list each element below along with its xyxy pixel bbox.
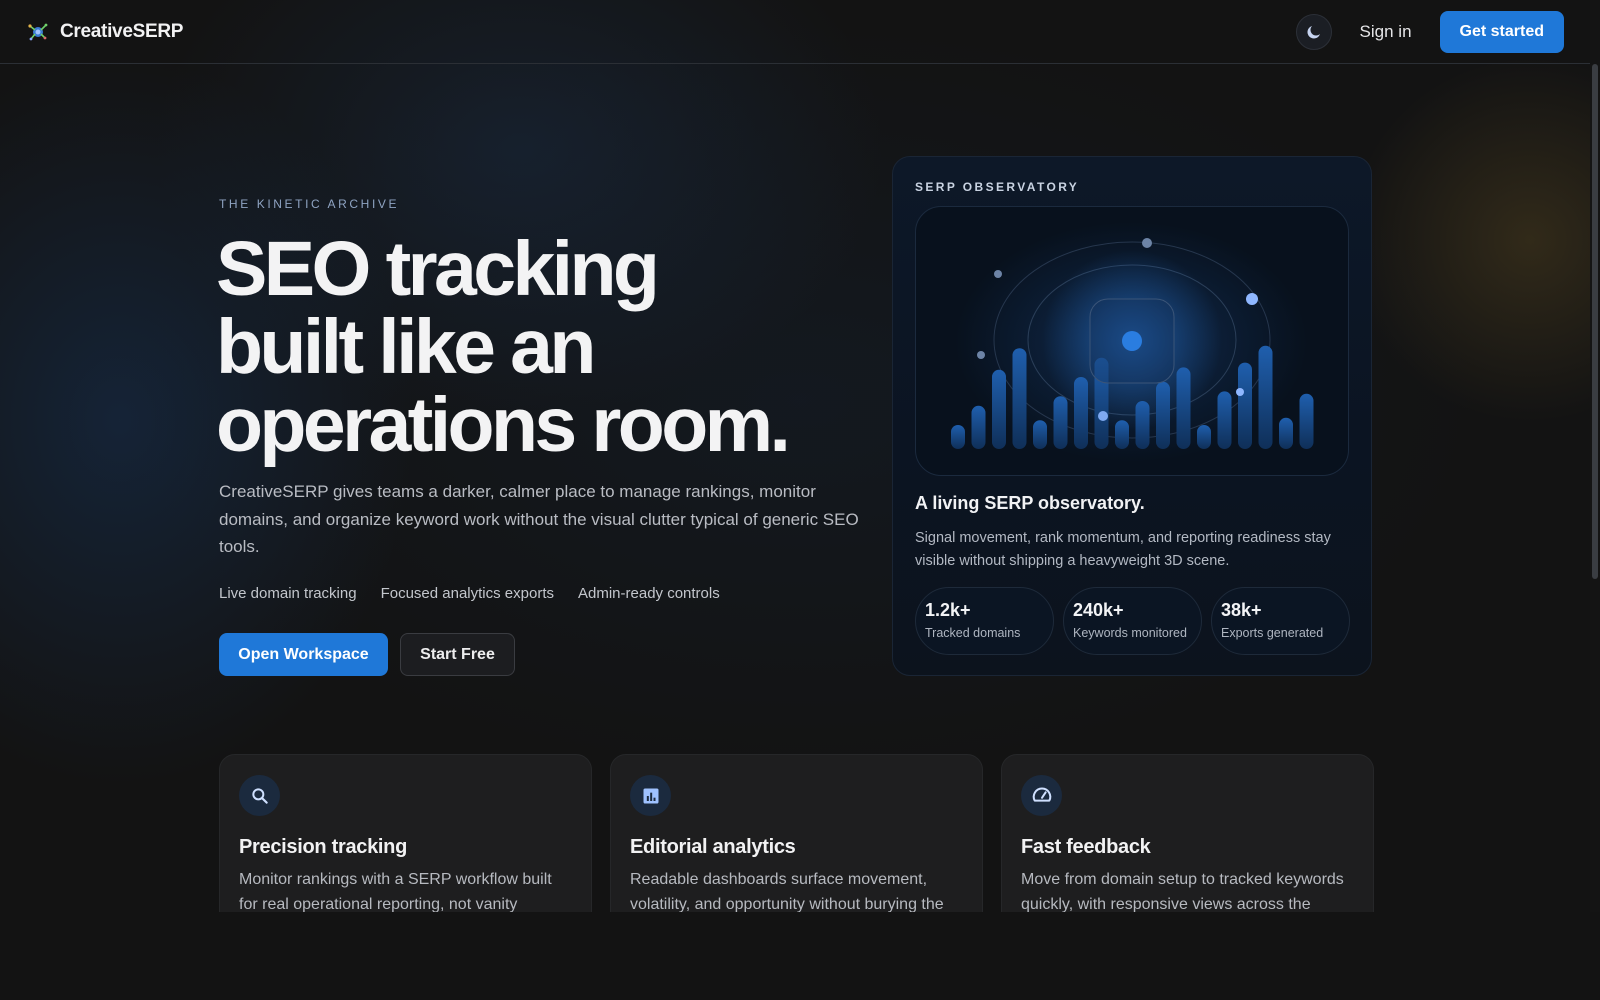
- satellite-dot: [1098, 411, 1108, 421]
- observatory-description: Signal movement, rank momentum, and repo…: [915, 530, 1331, 569]
- signal-bar: [1053, 396, 1068, 449]
- scrollbar-thumb[interactable]: [1592, 64, 1598, 579]
- signal-bar: [951, 425, 965, 449]
- feature-title: Editorial analytics: [630, 836, 796, 858]
- signal-bar: [1258, 345, 1273, 449]
- signal-bar: [1238, 362, 1252, 449]
- page-scrollbar[interactable]: [1590, 0, 1600, 1000]
- stat-label: Exports generated: [1221, 626, 1324, 640]
- stats-row: 1.2k+ Tracked domains 240k+ Keywords mon…: [915, 587, 1350, 655]
- feature-tag: Focused analytics exports: [380, 585, 554, 602]
- signal-bar: [1217, 391, 1232, 449]
- satellite-dot: [977, 351, 985, 359]
- search-icon: [251, 787, 268, 804]
- stat-pill: 240k+ Keywords monitored: [1063, 587, 1202, 655]
- stat-pill: 1.2k+ Tracked domains: [915, 587, 1054, 655]
- hero-headline: SEO tracking built like an operations ro…: [216, 230, 856, 464]
- stat-value: 240k+: [1073, 600, 1124, 620]
- stat-label: Keywords monitored: [1073, 626, 1187, 640]
- feature-tags: Live domain tracking Focused analytics e…: [219, 585, 720, 602]
- feature-title: Precision tracking: [239, 836, 407, 858]
- satellite-dot: [994, 270, 1002, 278]
- feature-tag: Live domain tracking: [219, 585, 357, 602]
- signal-bar: [1176, 367, 1191, 449]
- brand-name: CreativeSERP: [60, 20, 184, 42]
- observatory-label: SERP OBSERVATORY: [915, 180, 1080, 194]
- hero-description: CreativeSERP gives teams a darker, calme…: [219, 482, 859, 556]
- satellite-dot: [1246, 293, 1258, 305]
- logo-icon: [26, 20, 50, 44]
- open-workspace-button[interactable]: Open Workspace: [219, 633, 388, 676]
- feature-tag: Admin-ready controls: [578, 585, 720, 602]
- headline-line: built like an: [216, 304, 596, 390]
- signal-bar: [1156, 381, 1170, 449]
- observatory-visualization: [915, 206, 1349, 476]
- stat-label: Tracked domains: [925, 626, 1021, 640]
- signal-bar: [1074, 377, 1088, 449]
- core-dot: [1122, 331, 1142, 351]
- speedometer-icon: [1032, 787, 1051, 802]
- get-started-button[interactable]: Get started: [1439, 10, 1564, 53]
- signal-bar: [1115, 420, 1129, 449]
- brand[interactable]: CreativeSERP: [26, 20, 183, 44]
- stat-pill: 38k+ Exports generated: [1211, 587, 1350, 655]
- bottom-mask: [0, 912, 1600, 1000]
- moon-icon: [1307, 25, 1320, 39]
- signal-bar: [1012, 348, 1027, 449]
- headline-line: operations room.: [216, 382, 791, 468]
- sign-in-link[interactable]: Sign in: [1360, 22, 1412, 42]
- satellite-dot: [1236, 388, 1244, 396]
- start-free-button[interactable]: Start Free: [400, 633, 515, 676]
- serp-observatory-card: SERP OBSERVATORY A living SERP observato…: [892, 156, 1372, 676]
- signal-bar: [1299, 393, 1314, 449]
- chart-icon: [643, 788, 658, 803]
- satellite-dot: [1142, 238, 1152, 248]
- header-actions: Sign in Get started: [1295, 10, 1564, 53]
- observatory-graphic: [951, 238, 1314, 449]
- feature-description: Monitor rankings with a SERP workflow bu…: [239, 871, 552, 913]
- headline-line: SEO tracking: [216, 226, 660, 312]
- feature-title: Fast feedback: [1021, 836, 1151, 858]
- feature-description: Move from domain setup to tracked keywor…: [1021, 871, 1344, 913]
- top-nav: CreativeSERP Sign in Get started: [0, 0, 1590, 64]
- signal-bar: [1135, 401, 1150, 449]
- hero-eyebrow: THE KINETIC ARCHIVE: [219, 197, 400, 211]
- signal-bar: [1197, 425, 1211, 449]
- stat-value: 38k+: [1221, 600, 1262, 620]
- signal-bar: [1279, 417, 1293, 449]
- signal-bar: [1033, 420, 1047, 449]
- signal-bar: [992, 369, 1006, 449]
- stat-value: 1.2k+: [925, 600, 971, 620]
- theme-toggle-button[interactable]: [1295, 13, 1332, 50]
- signal-bar: [971, 405, 986, 449]
- feature-description: Readable dashboards surface movement, vo…: [630, 871, 944, 913]
- observatory-title: A living SERP observatory.: [915, 493, 1145, 513]
